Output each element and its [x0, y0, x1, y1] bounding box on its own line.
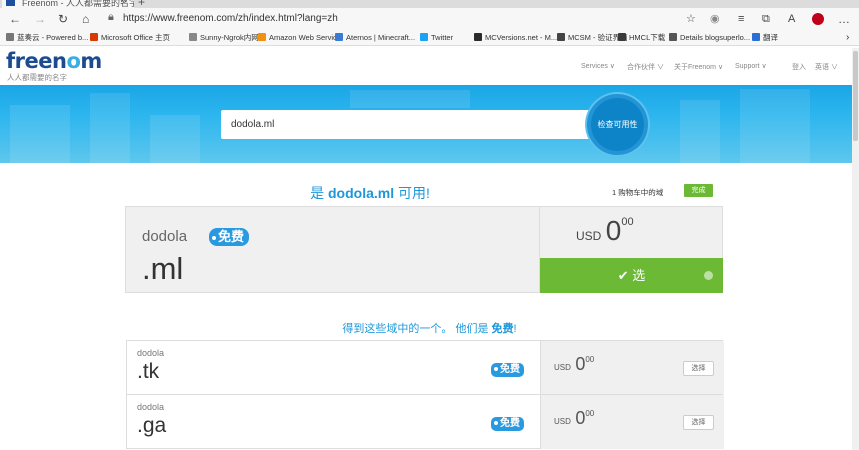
address-bar[interactable]: https://www.freenom.com/zh/index.html?la…	[123, 13, 338, 24]
tab-strip: Freenom - 人人都需要的名字 ✕ +	[0, 0, 859, 8]
domain-price: USD 000	[576, 215, 634, 246]
free-badge: 免费	[491, 363, 524, 377]
browser-toolbar: ← → ↻ ⌂ 🔒︎ https://www.freenom.com/zh/in…	[0, 8, 859, 30]
lock-icon[interactable]: 🔒︎	[108, 11, 114, 24]
domain-name: dodola	[142, 228, 188, 245]
suggestion-price: USD 000	[554, 354, 595, 374]
browser-tab[interactable]: Freenom - 人人都需要的名字 ✕	[2, 0, 134, 8]
done-button[interactable]: 完成	[684, 184, 713, 197]
select-suggestion-button[interactable]: 选择	[683, 415, 714, 430]
suggestion-row: dodola .ga 免费 USD 000 选择	[126, 394, 724, 449]
remove-icon[interactable]	[704, 271, 713, 280]
back-arrow-icon[interactable]: ←	[9, 10, 21, 28]
free-badge: 免费	[209, 228, 250, 246]
bookmark-item[interactable]: Details blogsuperlo...	[669, 32, 750, 44]
suggestion-name: dodola	[137, 348, 165, 358]
selected-domain-card: dodola 免费 .ml USD 000 ✔ 选	[125, 206, 723, 293]
nav-language[interactable]: 英语 ∨	[815, 62, 838, 72]
slogan: 人人都需要的名字	[7, 73, 67, 82]
suggestion-tld: .ga	[137, 414, 167, 437]
suggestion-name: dodola	[137, 402, 165, 412]
bookmark-item[interactable]: Sunny-Ngrok内网...	[189, 32, 265, 44]
favorite-star-icon[interactable]: ☆	[686, 10, 696, 28]
forward-arrow-icon[interactable]: →	[34, 10, 46, 28]
tab-title: Freenom - 人人都需要的名字	[22, 0, 134, 8]
suggestions-heading: 得到这些域中的一个。 他们是 免费!	[342, 323, 517, 335]
page-scrollbar[interactable]	[852, 48, 859, 450]
site-header: freenom 人人都需要的名字 Services ∨ 合作伙伴 ∨ 关于Fre…	[0, 47, 859, 85]
bookmark-label: Amazon Web Servic...	[269, 33, 344, 42]
favorites-list-icon[interactable]: ≡	[738, 10, 744, 28]
bookmark-label: HMCL下载	[629, 33, 666, 42]
bookmark-item[interactable]: Microsoft Office 主页	[90, 32, 170, 44]
bookmark-item[interactable]: MCSM - 验证界面	[557, 32, 628, 44]
new-tab-button[interactable]: +	[138, 0, 145, 8]
bookmark-label: Microsoft Office 主页	[101, 33, 171, 42]
read-aloud-icon[interactable]: A	[788, 10, 795, 28]
bookmark-favicon-icon	[474, 33, 482, 41]
freenom-favicon-icon	[6, 0, 15, 6]
bookmark-label: Sunny-Ngrok内网...	[200, 33, 266, 42]
domain-search-box	[221, 110, 597, 139]
bookmark-favicon-icon	[420, 33, 428, 41]
bookmark-favicon-icon	[258, 33, 266, 41]
hero-banner: 检查可用性	[0, 85, 859, 163]
nav-about[interactable]: 关于Freenom ∨	[674, 62, 723, 72]
select-domain-button[interactable]: ✔ 选	[540, 258, 723, 293]
bookmark-item[interactable]: Aternos | Minecraft...	[335, 32, 415, 44]
bookmarks-bar: 蓝奏云 - Powered b... Microsoft Office 主页 Sun…	[0, 30, 859, 46]
bookmark-favicon-icon	[557, 33, 565, 41]
bookmark-item[interactable]: 翻译	[752, 32, 778, 44]
domain-tld: .ml	[142, 251, 184, 286]
close-tab-icon[interactable]: ✕	[120, 0, 128, 6]
suggestion-tld: .tk	[137, 360, 160, 383]
bookmark-item[interactable]: HMCL下载	[618, 32, 665, 44]
bookmark-label: 翻译	[763, 33, 778, 42]
bookmark-favicon-icon	[669, 33, 677, 41]
domain-search-input[interactable]	[221, 110, 597, 139]
chevron-right-icon[interactable]: ›	[846, 32, 849, 44]
home-icon[interactable]: ⌂	[82, 10, 89, 28]
bookmark-favicon-icon	[189, 33, 197, 41]
free-badge: 免费	[491, 417, 524, 431]
nav-support[interactable]: Support ∨	[735, 62, 767, 70]
bookmark-label: MCVersions.net - M...	[485, 33, 558, 42]
bookmark-item[interactable]: Twitter	[420, 32, 453, 44]
bookmark-label: Details blogsuperlo...	[680, 33, 751, 42]
extension-icon[interactable]: ◉	[710, 10, 720, 28]
check-availability-button[interactable]: 检查可用性	[587, 94, 648, 155]
bookmark-favicon-icon	[90, 33, 98, 41]
nav-services[interactable]: Services ∨	[581, 62, 615, 70]
suggestion-price: USD 000	[554, 408, 595, 428]
refresh-icon[interactable]: ↻	[58, 10, 68, 28]
nav-login[interactable]: 登入	[792, 62, 806, 72]
bookmark-label: 蓝奏云 - Powered b...	[17, 33, 89, 42]
suggestion-price-area: USD 000 选择	[540, 341, 724, 395]
bookmark-favicon-icon	[752, 33, 760, 41]
bookmark-favicon-icon	[618, 33, 626, 41]
scrollbar-thumb[interactable]	[853, 51, 858, 141]
nav-partners[interactable]: 合作伙伴 ∨	[627, 62, 664, 72]
bookmark-label: Aternos | Minecraft...	[346, 33, 416, 42]
more-menu-icon[interactable]: …	[838, 10, 850, 28]
bookmark-item[interactable]: MCVersions.net - M...	[474, 32, 557, 44]
profile-avatar[interactable]	[812, 13, 824, 25]
suggestion-row: dodola .tk 免费 USD 000 选择	[126, 340, 724, 395]
collections-icon[interactable]: ⧉	[762, 10, 770, 28]
bookmark-favicon-icon	[6, 33, 14, 41]
select-suggestion-button[interactable]: 选择	[683, 361, 714, 376]
bookmark-item[interactable]: Amazon Web Servic...	[258, 32, 343, 44]
bookmark-favicon-icon	[335, 33, 343, 41]
freenom-logo[interactable]: freenom	[6, 50, 102, 72]
bookmark-label: Twitter	[431, 33, 454, 42]
bookmark-item[interactable]: 蓝奏云 - Powered b...	[6, 32, 88, 44]
suggestion-price-area: USD 000 选择	[540, 395, 724, 449]
cart-count-text: 1 购物车中的域	[612, 188, 664, 197]
